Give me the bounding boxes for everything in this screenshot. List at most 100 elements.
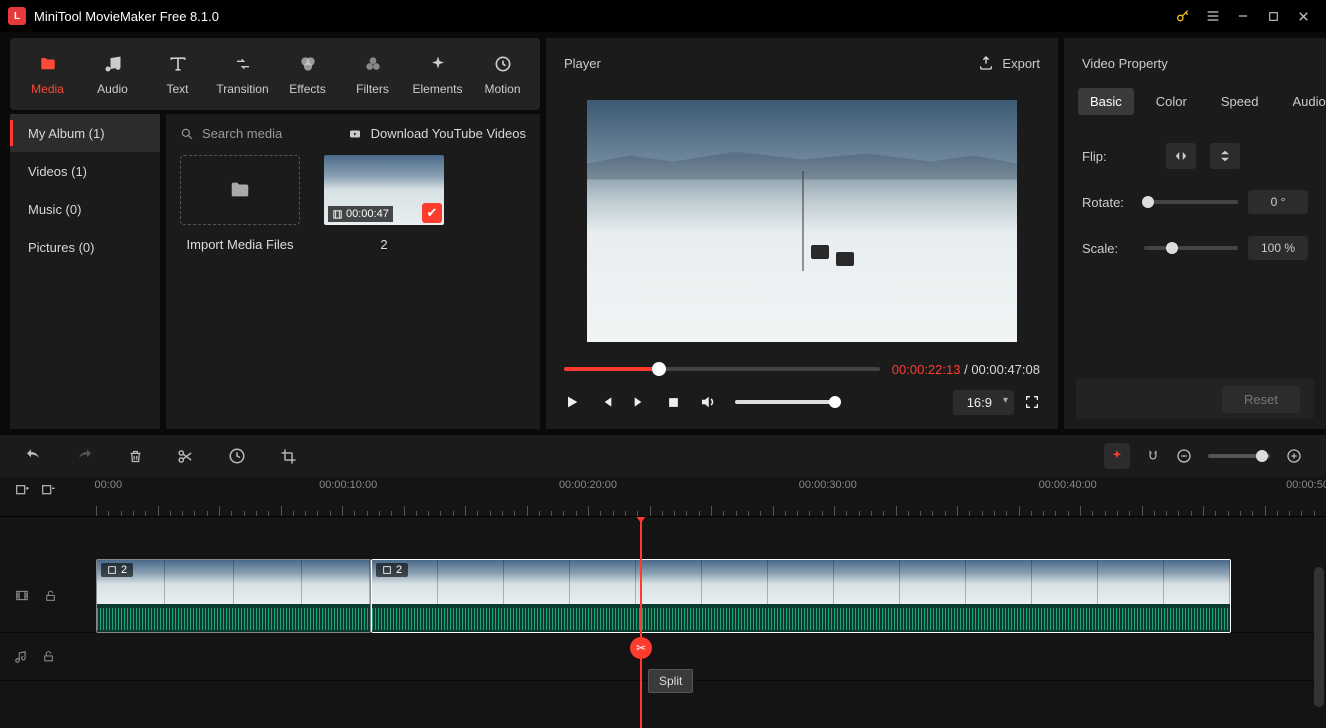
next-frame-button[interactable]: [632, 394, 648, 410]
tab-effects[interactable]: Effects: [276, 43, 339, 105]
folder-icon: [37, 53, 59, 75]
rotate-label: Rotate:: [1082, 195, 1144, 210]
prev-frame-button[interactable]: [598, 394, 614, 410]
app-title: MiniTool MovieMaker Free 8.1.0: [34, 9, 1168, 24]
export-button[interactable]: Export: [978, 55, 1040, 71]
tab-label: Transition: [216, 82, 268, 96]
delete-button[interactable]: [128, 448, 143, 465]
zoom-out-button[interactable]: [1176, 448, 1192, 464]
cable-line: [802, 100, 804, 342]
download-youtube-link[interactable]: Download YouTube Videos: [347, 126, 526, 141]
seek-bar[interactable]: [564, 367, 880, 371]
redo-button[interactable]: [76, 448, 94, 464]
tab-transition[interactable]: Transition: [211, 43, 274, 105]
properties-title: Video Property: [1082, 56, 1168, 71]
speed-button[interactable]: [228, 447, 246, 465]
playhead[interactable]: ✂ Split: [640, 517, 642, 728]
clip-badge: 2: [101, 563, 133, 577]
magnet-button[interactable]: [1146, 448, 1160, 464]
category-list: My Album (1) Videos (1) Music (0) Pictur…: [10, 114, 160, 429]
tab-audio-prop[interactable]: Audio: [1280, 88, 1326, 115]
volume-slider[interactable]: [735, 400, 835, 404]
tab-label: Media: [31, 82, 64, 96]
tab-label: Text: [166, 82, 188, 96]
volume-knob[interactable]: [829, 396, 841, 408]
filters-icon: [363, 53, 383, 75]
minimize-button[interactable]: [1228, 1, 1258, 31]
video-track[interactable]: 2 2: [0, 559, 1326, 633]
media-clip-thumbnail[interactable]: 00:00:47 ✔: [324, 155, 444, 225]
rotate-value[interactable]: 0 °: [1248, 190, 1308, 214]
tab-filters[interactable]: Filters: [341, 43, 404, 105]
clip-name: 2: [380, 237, 387, 252]
search-icon: [180, 127, 194, 141]
timeline-clip-2[interactable]: 2: [371, 559, 1231, 633]
tab-elements[interactable]: Elements: [406, 43, 469, 105]
category-my-album[interactable]: My Album (1): [10, 114, 160, 152]
split-tooltip: Split: [648, 669, 693, 693]
flip-label: Flip:: [1082, 149, 1144, 164]
auto-adjust-button[interactable]: [1104, 443, 1130, 469]
library-panel: Media Audio Text Transition Effects Filt…: [0, 38, 540, 429]
seek-knob[interactable]: [652, 362, 666, 376]
split-handle-icon[interactable]: ✂: [630, 637, 652, 659]
flip-vertical-button[interactable]: [1210, 143, 1240, 169]
tab-audio[interactable]: Audio: [81, 43, 144, 105]
undo-button[interactable]: [24, 448, 42, 464]
remove-track-button[interactable]: [40, 483, 56, 499]
tab-label: Motion: [484, 82, 520, 96]
video-preview[interactable]: [587, 100, 1017, 342]
flip-horizontal-button[interactable]: [1166, 143, 1196, 169]
fullscreen-button[interactable]: [1024, 394, 1040, 410]
category-pictures[interactable]: Pictures (0): [10, 228, 160, 266]
category-label: Pictures (0): [28, 240, 94, 255]
music-note-icon: [103, 53, 123, 75]
media-browser: Search media Download YouTube Videos Imp…: [166, 114, 540, 429]
import-media-button[interactable]: [180, 155, 300, 225]
transition-icon: [232, 53, 254, 75]
reset-button[interactable]: Reset: [1222, 386, 1300, 413]
export-icon: [978, 55, 994, 71]
timeline-ruler[interactable]: 00:00 00:00:10:00 00:00:20:00 00:00:30:0…: [0, 477, 1326, 517]
tab-motion[interactable]: Motion: [471, 43, 534, 105]
clip-selected-icon: ✔: [422, 203, 442, 223]
search-input[interactable]: Search media: [180, 126, 282, 141]
timeline-tracks: 2 2 ✂ Split: [0, 517, 1326, 728]
scale-slider[interactable]: [1144, 246, 1238, 250]
zoom-slider[interactable]: [1208, 454, 1270, 458]
tab-speed[interactable]: Speed: [1209, 88, 1271, 115]
crop-button[interactable]: [280, 448, 297, 465]
license-key-icon[interactable]: [1168, 1, 1198, 31]
close-button[interactable]: [1288, 1, 1318, 31]
lock-icon[interactable]: [44, 588, 57, 603]
category-videos[interactable]: Videos (1): [10, 152, 160, 190]
tab-basic[interactable]: Basic: [1078, 88, 1134, 115]
reset-bar: Reset: [1076, 379, 1314, 419]
menu-icon[interactable]: [1198, 1, 1228, 31]
slider-knob[interactable]: [1142, 196, 1154, 208]
timeline-scrollbar[interactable]: [1314, 567, 1324, 707]
timeline-clip-1[interactable]: 2: [96, 559, 371, 633]
slider-knob[interactable]: [1166, 242, 1178, 254]
lock-icon[interactable]: [42, 649, 55, 665]
zoom-knob[interactable]: [1256, 450, 1268, 462]
timecode: 00:00:22:13 / 00:00:47:08: [892, 362, 1040, 377]
category-music[interactable]: Music (0): [10, 190, 160, 228]
play-button[interactable]: [564, 394, 580, 410]
tab-color[interactable]: Color: [1144, 88, 1199, 115]
maximize-button[interactable]: [1258, 1, 1288, 31]
aspect-ratio-select[interactable]: 16:9: [953, 390, 1014, 415]
clip-badge: 2: [376, 563, 408, 577]
video-track-icon: [14, 588, 30, 603]
rotate-slider[interactable]: [1144, 200, 1238, 204]
main-toolbar: Media Audio Text Transition Effects Filt…: [10, 38, 540, 110]
add-track-button[interactable]: [14, 483, 30, 499]
zoom-in-button[interactable]: [1286, 448, 1302, 464]
tab-text[interactable]: Text: [146, 43, 209, 105]
tab-media[interactable]: Media: [16, 43, 79, 105]
effects-icon: [298, 53, 318, 75]
split-button[interactable]: [177, 448, 194, 465]
stop-button[interactable]: [666, 395, 681, 410]
volume-button[interactable]: [699, 393, 717, 411]
scale-value[interactable]: 100 %: [1248, 236, 1308, 260]
